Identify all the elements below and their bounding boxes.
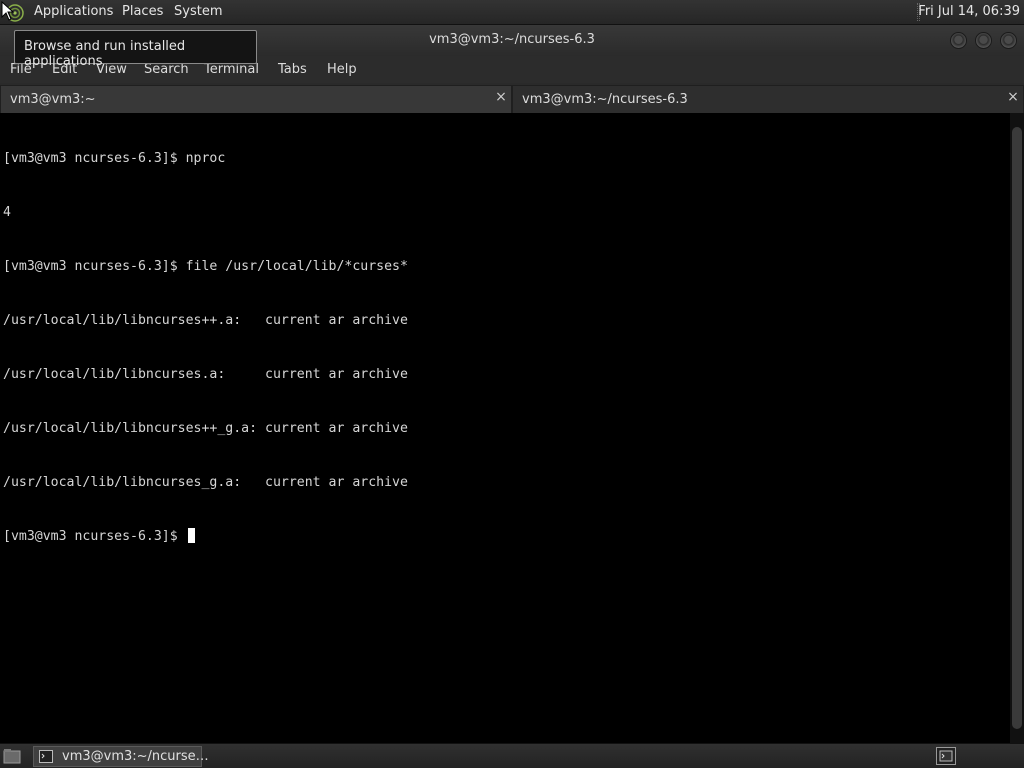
text-cursor <box>187 528 195 543</box>
scrollbar-thumb[interactable] <box>1012 127 1022 729</box>
taskbar-item-label: vm3@vm3:~/ncurse… <box>62 749 209 764</box>
applications-menu[interactable]: Applications <box>34 4 113 19</box>
terminal-line: /usr/local/lib/libncurses.a: current ar … <box>3 367 408 382</box>
terminal-line: /usr/local/lib/libncurses_g.a: current a… <box>3 475 408 490</box>
menu-tabs[interactable]: Tabs <box>278 62 307 77</box>
tab-bar: vm3@vm3:~ × vm3@vm3:~/ncurses-6.3 × <box>0 83 1024 113</box>
show-desktop-icon[interactable] <box>3 748 21 764</box>
close-window-button[interactable] <box>1000 32 1017 49</box>
prompt-line: [vm3@vm3 ncurses-6.3]$ <box>3 528 1010 546</box>
terminal-icon <box>39 750 53 763</box>
close-tab-icon[interactable]: × <box>1006 90 1020 104</box>
close-tab-icon[interactable]: × <box>494 90 508 104</box>
terminal-line: 4 <box>3 205 11 220</box>
menu-search[interactable]: Search <box>144 62 189 77</box>
tab-ncurses[interactable]: vm3@vm3:~/ncurses-6.3 × <box>512 85 1024 113</box>
terminal-line: [vm3@vm3 ncurses-6.3]$ file /usr/local/l… <box>3 259 408 274</box>
bottom-panel: vm3@vm3:~/ncurse… <box>0 743 1024 768</box>
applications-tooltip: Browse and run installed applications <box>14 30 257 69</box>
workspace-terminal-icon <box>939 750 953 762</box>
system-menu[interactable]: System <box>174 4 222 19</box>
terminal-output[interactable]: [vm3@vm3 ncurses-6.3]$ nproc 4 [vm3@vm3 … <box>0 113 1010 743</box>
tab-label: vm3@vm3:~/ncurses-6.3 <box>522 92 688 107</box>
menu-terminal[interactable]: Terminal <box>204 62 259 77</box>
menu-help[interactable]: Help <box>327 62 357 77</box>
mouse-pointer-icon <box>1 1 15 21</box>
terminal-line: [vm3@vm3 ncurses-6.3]$ nproc <box>3 151 226 166</box>
terminal-scrollbar[interactable] <box>1010 113 1024 743</box>
workspace-switcher-icon[interactable] <box>936 747 956 765</box>
terminal-line: /usr/local/lib/libncurses++.a: current a… <box>3 313 408 328</box>
minimize-button[interactable] <box>950 32 967 49</box>
prompt: [vm3@vm3 ncurses-6.3]$ <box>3 529 186 544</box>
places-menu[interactable]: Places <box>122 4 163 19</box>
maximize-button[interactable] <box>975 32 992 49</box>
top-panel: Applications Places System Fri Jul 14, 0… <box>0 0 1024 25</box>
taskbar-terminal-button[interactable]: vm3@vm3:~/ncurse… <box>33 746 209 767</box>
clock[interactable]: Fri Jul 14, 06:39 <box>918 4 1020 19</box>
terminal-line: /usr/local/lib/libncurses++_g.a: current… <box>3 421 408 436</box>
tab-home[interactable]: vm3@vm3:~ × <box>0 85 512 113</box>
terminal-window: vm3@vm3:~/ncurses-6.3 File Edit View Sea… <box>0 25 1024 743</box>
tab-label: vm3@vm3:~ <box>10 92 96 107</box>
